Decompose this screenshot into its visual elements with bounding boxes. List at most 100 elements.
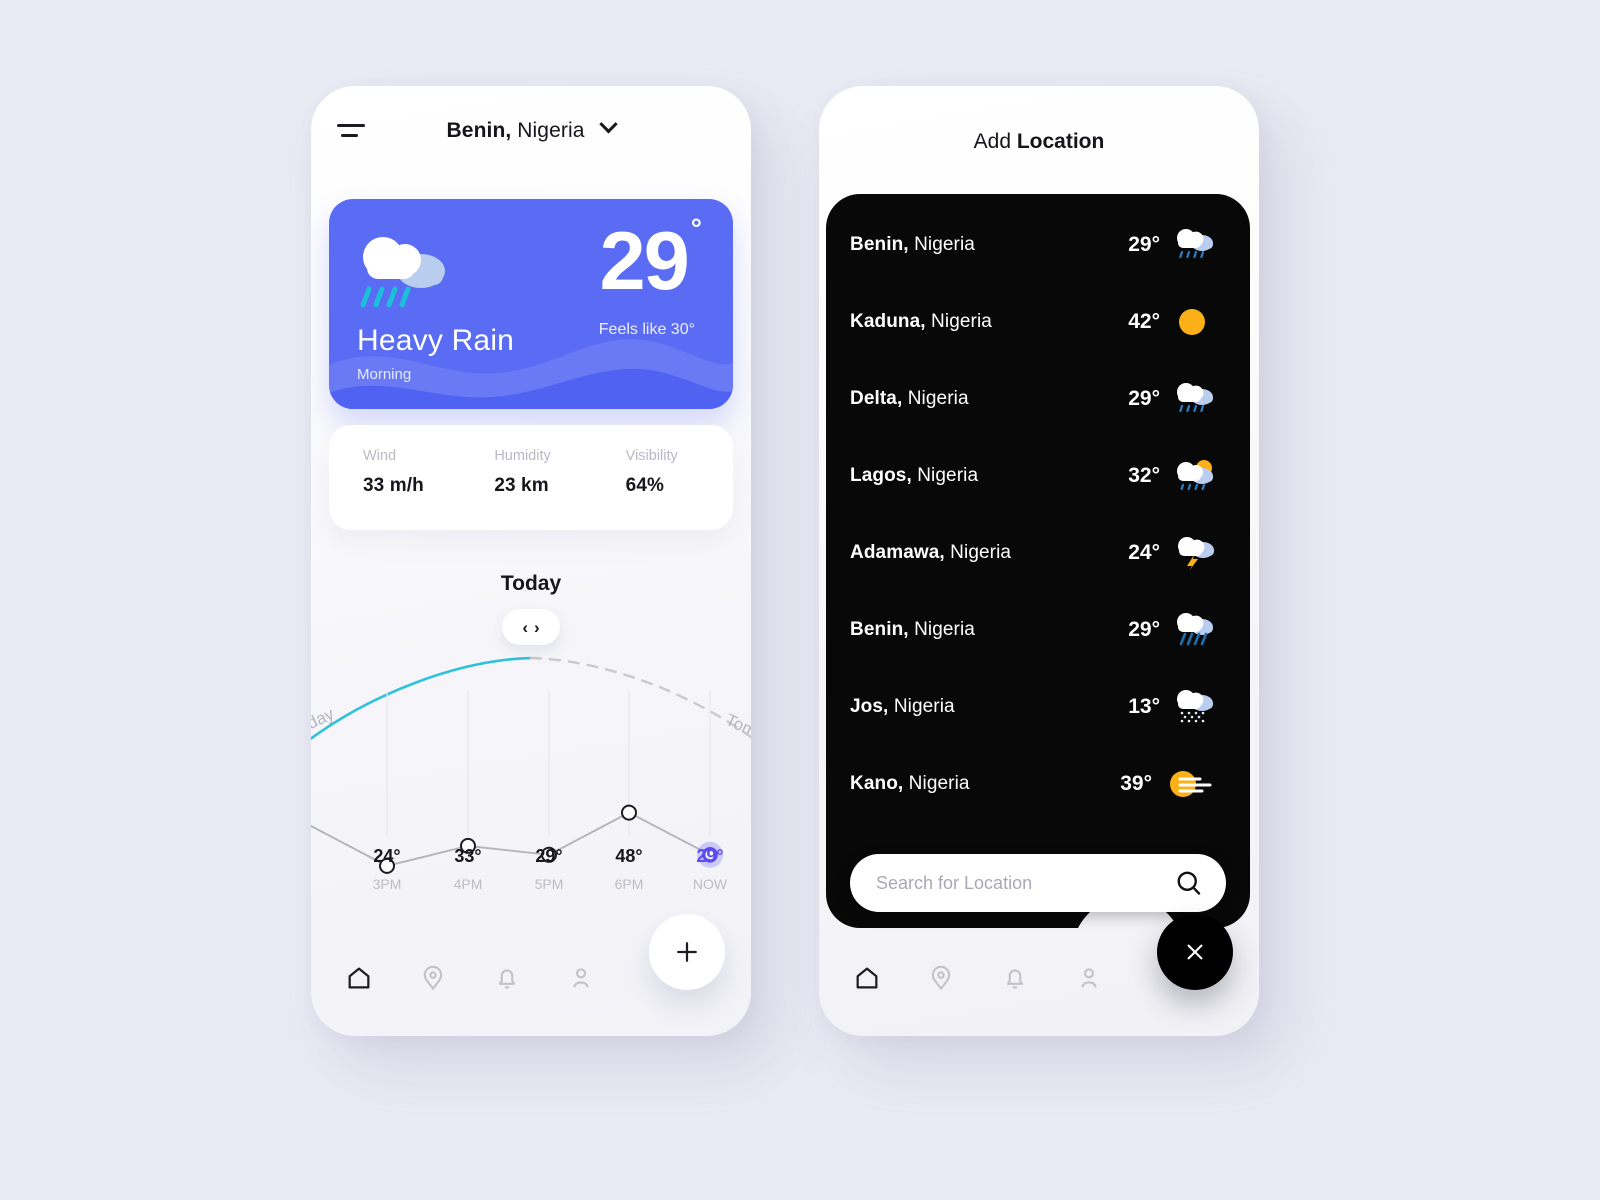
add-location-title: Add Location bbox=[819, 130, 1259, 154]
close-add-location-fab[interactable] bbox=[1157, 914, 1233, 990]
location-name: Lagos, Nigeria bbox=[850, 465, 978, 487]
location-name: Delta, Nigeria bbox=[850, 388, 969, 410]
location-temperature: 29° bbox=[1128, 617, 1160, 641]
cloud-rain-icon bbox=[1177, 228, 1213, 258]
location-temperature: 29° bbox=[1128, 232, 1160, 256]
map-pin-icon bbox=[423, 965, 443, 991]
phone-home-screen: Benin, Nigeria 29 ° Feels like 30° Heavy… bbox=[311, 86, 751, 1036]
cloud-snow-icon bbox=[1177, 689, 1213, 722]
close-icon bbox=[1187, 944, 1203, 960]
location-city: Benin, bbox=[446, 119, 512, 142]
chart-tick-time: NOW bbox=[692, 876, 728, 892]
home-header: Benin, Nigeria bbox=[311, 86, 751, 186]
location-country: Nigeria bbox=[931, 310, 992, 332]
location-weather: 13° bbox=[1128, 689, 1218, 725]
cloud-rain-icon bbox=[360, 237, 445, 308]
nav-item-home[interactable] bbox=[337, 956, 381, 1000]
chart-point[interactable] bbox=[621, 804, 637, 821]
location-weather: 29° bbox=[1128, 612, 1218, 648]
nav-item-location[interactable] bbox=[411, 956, 455, 1000]
location-weather: 42° bbox=[1128, 304, 1218, 340]
list-item[interactable]: Delta, Nigeria 29° bbox=[826, 360, 1250, 437]
user-icon bbox=[1081, 968, 1097, 988]
nav-item-alerts[interactable] bbox=[993, 956, 1037, 1000]
chart-tick-value: 24° bbox=[373, 846, 401, 866]
list-item[interactable]: Jos, Nigeria 13° bbox=[826, 668, 1250, 745]
location-temperature: 42° bbox=[1128, 309, 1160, 333]
map-pin-icon bbox=[931, 965, 951, 991]
current-weather-card[interactable]: 29 ° Feels like 30° Heavy Rain Morning bbox=[329, 199, 733, 409]
location-list: Benin, Nigeria 29° Kaduna, Nigeria 42° D… bbox=[826, 194, 1250, 822]
nav-item-location[interactable] bbox=[919, 956, 963, 1000]
location-weather: 32° bbox=[1128, 458, 1218, 494]
location-temperature: 29° bbox=[1128, 386, 1160, 410]
location-name: Adamawa, Nigeria bbox=[850, 542, 1011, 564]
location-country: Nigeria bbox=[917, 464, 979, 486]
location-country: Nigeria bbox=[914, 618, 975, 640]
nav-item-profile[interactable] bbox=[1067, 956, 1111, 1000]
nav-item-profile[interactable] bbox=[559, 956, 603, 1000]
location-country: Nigeria bbox=[893, 695, 955, 717]
cloud-heavy-rain-icon bbox=[1177, 612, 1213, 645]
add-location-title-prefix: Add bbox=[973, 130, 1017, 153]
stat-visibility: Visibility 64% bbox=[602, 425, 733, 530]
chart-axis-labels: 24° 3PM 33° 4PM 29° 5PM 48° 6PM 29° NOW bbox=[311, 846, 751, 910]
chart-tick-value: 48° bbox=[615, 846, 643, 866]
sun-icon bbox=[1179, 308, 1205, 335]
nav-item-home[interactable] bbox=[845, 956, 889, 1000]
list-item[interactable]: Benin, Nigeria 29° bbox=[826, 591, 1250, 668]
current-time-of-day: Morning bbox=[357, 366, 412, 383]
location-city: Benin, bbox=[850, 618, 909, 640]
location-city: Jos, bbox=[850, 695, 889, 717]
search-input[interactable] bbox=[876, 872, 1174, 894]
add-location-fab[interactable] bbox=[649, 914, 725, 990]
current-location-selector[interactable]: Benin, Nigeria bbox=[311, 115, 751, 143]
chart-tick-2: 29° 5PM bbox=[509, 846, 589, 892]
nav-item-alerts[interactable] bbox=[485, 956, 529, 1000]
location-city: Lagos, bbox=[850, 464, 912, 486]
cloud-rain-icon bbox=[1177, 382, 1213, 412]
stat-label: Humidity bbox=[494, 448, 551, 464]
stat-label: Wind bbox=[363, 448, 397, 464]
add-location-title-bold: Location bbox=[1016, 130, 1105, 153]
location-country: Nigeria bbox=[950, 541, 1012, 563]
search-icon[interactable] bbox=[1174, 868, 1204, 898]
bell-icon bbox=[498, 969, 516, 989]
chevron-down-icon[interactable] bbox=[599, 115, 619, 134]
list-item[interactable]: Kaduna, Nigeria 42° bbox=[826, 283, 1250, 360]
list-item[interactable]: Adamawa, Nigeria 24° bbox=[826, 514, 1250, 591]
location-name: Benin, Nigeria bbox=[850, 234, 975, 256]
list-item[interactable]: Kano, Nigeria 39° bbox=[826, 745, 1250, 822]
next-day-arrow[interactable]: › bbox=[534, 619, 540, 636]
location-city: Kano, bbox=[850, 772, 904, 794]
weather-stats-card: Wind 33 m/h Humidity 23 km Visibility 64… bbox=[329, 425, 733, 530]
location-country: Nigeria bbox=[908, 772, 970, 794]
forecast-title: Today bbox=[500, 572, 562, 595]
screen-root: Benin, Nigeria 29 ° Feels like 30° Heavy… bbox=[0, 0, 1600, 1200]
chart-tick-time: 5PM bbox=[534, 876, 564, 892]
location-name: Jos, Nigeria bbox=[850, 696, 955, 718]
list-item[interactable]: Benin, Nigeria 29° bbox=[826, 206, 1250, 283]
add-location-bottom-nav bbox=[819, 914, 1259, 1036]
location-name: Kano, Nigeria bbox=[850, 773, 970, 795]
sun-haze-icon bbox=[1170, 770, 1212, 797]
location-name: Benin, Nigeria bbox=[850, 619, 975, 641]
chart-tick-value: 29° bbox=[535, 846, 563, 866]
chart-tick-time: 6PM bbox=[614, 876, 644, 892]
chart-tick-value: 33° bbox=[454, 846, 482, 866]
chart-tick-3: 48° 6PM bbox=[589, 846, 669, 892]
location-temperature: 39° bbox=[1120, 771, 1152, 795]
forecast-day-stepper[interactable]: ‹ › bbox=[502, 609, 560, 645]
list-item[interactable]: Lagos, Nigeria 32° bbox=[826, 437, 1250, 514]
prev-day-arrow[interactable]: ‹ bbox=[522, 619, 528, 636]
home-icon bbox=[856, 967, 878, 989]
stat-humidity: Humidity 23 km bbox=[470, 425, 601, 530]
chart-tick-1: 33° 4PM bbox=[428, 846, 508, 892]
search-location-bar[interactable] bbox=[850, 854, 1226, 912]
location-weather: 39° bbox=[1120, 766, 1218, 802]
stat-value: 33 m/h bbox=[363, 475, 424, 496]
location-city: Benin, bbox=[850, 233, 909, 255]
location-weather: 24° bbox=[1128, 535, 1218, 571]
location-city: Kaduna, bbox=[850, 310, 926, 332]
chart-tick-0: 24° 3PM bbox=[347, 846, 427, 892]
